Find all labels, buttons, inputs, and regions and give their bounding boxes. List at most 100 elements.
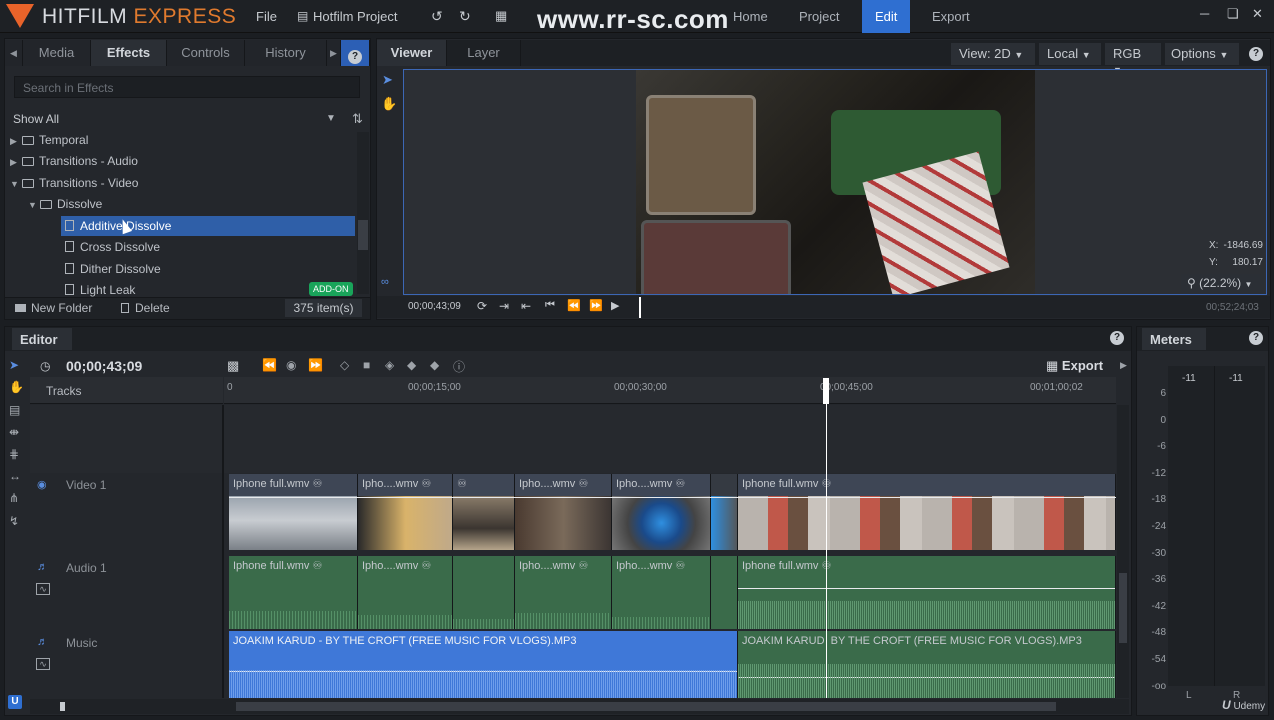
loop-icon[interactable]: ⟳ <box>477 299 487 313</box>
meters-help-icon[interactable]: ? <box>1249 331 1263 345</box>
nav-home[interactable]: Home <box>720 0 781 33</box>
video-clip-5[interactable]: Iphone full.wmv ♾ <box>738 474 1116 550</box>
new-folder-button[interactable]: New Folder <box>15 301 92 315</box>
audio-clip-2[interactable]: Ipho....wmv ♾ <box>358 556 453 629</box>
center-icon[interactable]: ◉ <box>286 358 296 372</box>
snapshot-icon[interactable]: ▩ <box>227 358 239 374</box>
tab-layer[interactable]: Layer <box>447 40 521 66</box>
options-select[interactable]: Options ▼ <box>1165 43 1239 65</box>
audio-clip-2b[interactable] <box>453 556 515 629</box>
editor-help-icon[interactable]: ? <box>1110 331 1124 345</box>
speaker-icon[interactable]: ♬ <box>37 561 48 573</box>
speaker-icon[interactable]: ♬ <box>37 636 48 648</box>
channel-select[interactable]: RGB ▼ <box>1105 43 1161 75</box>
step-back-icon[interactable]: ⏪ <box>567 299 581 312</box>
sort-icon[interactable]: ⇅ <box>352 111 363 127</box>
effects-search-input[interactable]: Search in Effects <box>14 76 360 98</box>
time-ruler[interactable] <box>224 377 1116 404</box>
chevron-right-icon[interactable]: ▶ <box>1120 360 1127 371</box>
prev-edit-icon[interactable]: ⏪ <box>262 358 277 372</box>
chevron-down-icon[interactable]: ▼ <box>326 113 336 124</box>
slip-tool-icon[interactable]: ⇼ <box>9 425 19 439</box>
select-tool-icon[interactable]: ➤ <box>9 358 19 372</box>
select-tool-icon[interactable]: ➤ <box>382 72 393 88</box>
tree-scrollbar[interactable] <box>357 132 369 294</box>
hand-tool-icon[interactable]: ✋ <box>9 380 24 394</box>
ripple-tool-icon[interactable]: ↔ <box>9 469 21 483</box>
filter-select[interactable]: Show All <box>13 112 59 126</box>
view-mode-select[interactable]: View: 2D ▼ <box>951 43 1035 65</box>
timeline-vscroll-thumb[interactable] <box>1119 573 1127 643</box>
close-icon[interactable]: ✕ <box>1252 6 1263 22</box>
slide-tool-icon[interactable]: ⋕ <box>9 447 19 461</box>
tab-controls[interactable]: Controls <box>167 40 245 66</box>
info-icon[interactable]: ⓘ <box>453 358 465 375</box>
video-clip-4[interactable]: Ipho....wmv ♾ <box>612 474 711 550</box>
editor-timecode[interactable]: 00;00;43;09 <box>66 358 142 374</box>
maximize-icon[interactable]: ❏ <box>1227 6 1239 22</box>
tree-item-additive-dissolve[interactable]: Additive Dissolve <box>61 216 355 236</box>
nav-project[interactable]: Project <box>786 0 852 33</box>
timeline-vscroll[interactable] <box>1117 405 1129 698</box>
file-menu[interactable]: File <box>256 9 277 24</box>
eye-icon[interactable]: ◉ <box>37 478 47 491</box>
playhead-handle[interactable] <box>823 378 829 404</box>
playhead-line[interactable] <box>826 404 827 698</box>
diamond-out-icon[interactable]: ◆ <box>430 358 439 372</box>
tab-media[interactable]: Media <box>23 40 91 66</box>
delete-button[interactable]: Delete <box>121 301 170 315</box>
space-select[interactable]: Local ▼ <box>1039 43 1101 65</box>
rate-tool-icon[interactable]: ↯ <box>9 514 19 528</box>
tree-item-transitions-video[interactable]: ▼ Transitions - Video <box>10 173 355 193</box>
nav-export[interactable]: Export <box>919 0 983 33</box>
tab-effects[interactable]: Effects <box>91 40 167 66</box>
project-name[interactable]: Hotfilm Project <box>313 9 398 24</box>
minimize-icon[interactable]: ─ <box>1200 6 1209 21</box>
tree-scrollbar-thumb[interactable] <box>358 220 368 250</box>
keyframe-icon[interactable]: ◇ <box>340 358 349 372</box>
zoom-slider-handle[interactable] <box>60 702 65 711</box>
tab-scroll-right-icon[interactable]: ▶ <box>327 40 341 66</box>
viewer-playhead[interactable] <box>639 297 641 318</box>
video-clip-3[interactable]: Ipho....wmv ♾ <box>515 474 612 550</box>
video-clip-2[interactable]: Ipho....wmv ♾ <box>358 474 453 550</box>
video-clip-2b[interactable]: ♾ <box>453 474 515 550</box>
zoom-select[interactable]: ⚲ (22.2%) ▼ <box>1181 274 1264 294</box>
step-forward-icon[interactable]: ⏩ <box>589 299 603 312</box>
tab-history[interactable]: History <box>245 40 327 66</box>
audio-clip-4[interactable]: Ipho....wmv ♾ <box>612 556 711 629</box>
panel-help-button[interactable]: ? <box>341 40 370 66</box>
audio-clip-5[interactable]: Iphone full.wmv ♾ <box>738 556 1116 629</box>
tree-item-dither-dissolve[interactable]: Dither Dissolve <box>61 259 355 279</box>
viewer-help-icon[interactable]: ? <box>1249 47 1263 61</box>
diamond-icon[interactable]: ◈ <box>385 358 394 372</box>
undo-icon[interactable]: ↺ <box>431 8 443 25</box>
diamond-in-icon[interactable]: ◆ <box>407 358 416 372</box>
tree-item-temporal[interactable]: ▶ Temporal <box>10 130 355 150</box>
play-icon[interactable]: ▶ <box>611 299 619 312</box>
magnet-icon[interactable]: U <box>8 695 22 709</box>
mark-out-icon[interactable]: ⇥ <box>499 299 509 313</box>
grid-icon[interactable]: ▦ <box>495 8 507 24</box>
razor-tool-icon[interactable]: ▤ <box>9 403 20 417</box>
tree-item-cross-dissolve[interactable]: Cross Dissolve <box>61 237 355 257</box>
music-clip-2[interactable]: JOAKIM KARUD BY THE CROFT (FREE MUSIC FO… <box>738 631 1116 698</box>
video-clip-4b[interactable] <box>711 474 738 550</box>
link-icon[interactable]: ∞ <box>381 276 389 288</box>
audio-clip-4b[interactable] <box>711 556 738 629</box>
nav-edit[interactable]: Edit <box>862 0 911 33</box>
audio-clip-3[interactable]: Ipho....wmv ♾ <box>515 556 612 629</box>
stop-icon[interactable]: ■ <box>363 358 370 372</box>
mark-in-icon[interactable]: ⇤ <box>521 299 531 313</box>
waveform-toggle-icon[interactable]: ∿ <box>36 583 50 595</box>
tab-viewer[interactable]: Viewer <box>377 40 447 66</box>
video-clip-1[interactable]: Iphone full.wmv ♾ <box>229 474 358 550</box>
export-button[interactable]: ▦ Export <box>1046 358 1103 374</box>
hand-tool-icon[interactable]: ✋ <box>381 96 397 112</box>
tree-item-transitions-audio[interactable]: ▶ Transitions - Audio <box>10 151 355 171</box>
timeline-hscroll-thumb[interactable] <box>236 702 1056 711</box>
tab-scroll-left-icon[interactable]: ◀ <box>5 40 23 66</box>
skip-start-icon[interactable]: ⏮ <box>545 299 555 312</box>
next-edit-icon[interactable]: ⏩ <box>308 358 323 372</box>
roll-tool-icon[interactable]: ⋔ <box>9 491 19 505</box>
